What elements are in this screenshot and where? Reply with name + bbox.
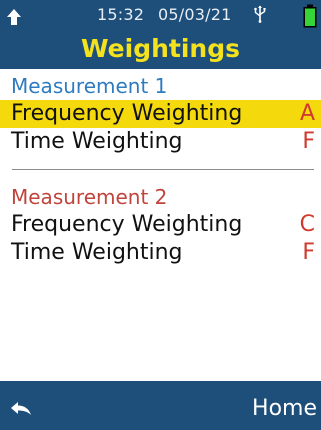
divider: [12, 169, 314, 170]
measurement-2-time-weighting-row[interactable]: Time Weighting F: [0, 239, 321, 267]
time-weighting-label: Time Weighting: [11, 129, 183, 154]
home-button[interactable]: Home: [231, 381, 321, 430]
measurement-2-heading: Measurement 2: [11, 185, 168, 209]
home-label: Home: [252, 396, 317, 421]
measurement-2-frequency-weighting-row[interactable]: Frequency Weighting C: [0, 211, 321, 239]
back-button[interactable]: [0, 381, 60, 430]
up-arrow-icon: [7, 9, 21, 25]
header: 15:32 05/03/21 Weightings: [0, 0, 321, 69]
time-weighting-value: F: [302, 240, 315, 265]
back-arrow-icon: [11, 402, 31, 415]
weightings-list: Measurement 1 Frequency Weighting A Time…: [0, 69, 321, 381]
usb-icon: [254, 5, 266, 23]
frequency-weighting-label: Frequency Weighting: [11, 101, 243, 126]
frequency-weighting-value: C: [299, 212, 315, 237]
status-date: 05/03/21: [158, 5, 232, 24]
status-time: 15:32: [97, 5, 145, 24]
page-title: Weightings: [81, 34, 240, 63]
time-weighting-value: F: [302, 129, 315, 154]
footer: Home: [0, 381, 321, 430]
measurement-1-time-weighting-row[interactable]: Time Weighting F: [0, 128, 321, 156]
frequency-weighting-label: Frequency Weighting: [11, 212, 243, 237]
time-weighting-label: Time Weighting: [11, 240, 183, 265]
measurement-1-heading: Measurement 1: [11, 74, 168, 98]
frequency-weighting-value: A: [299, 101, 315, 126]
measurement-1-frequency-weighting-row[interactable]: Frequency Weighting A: [0, 100, 321, 128]
status-bar: 15:32 05/03/21: [0, 0, 321, 30]
battery-icon: [303, 4, 317, 28]
